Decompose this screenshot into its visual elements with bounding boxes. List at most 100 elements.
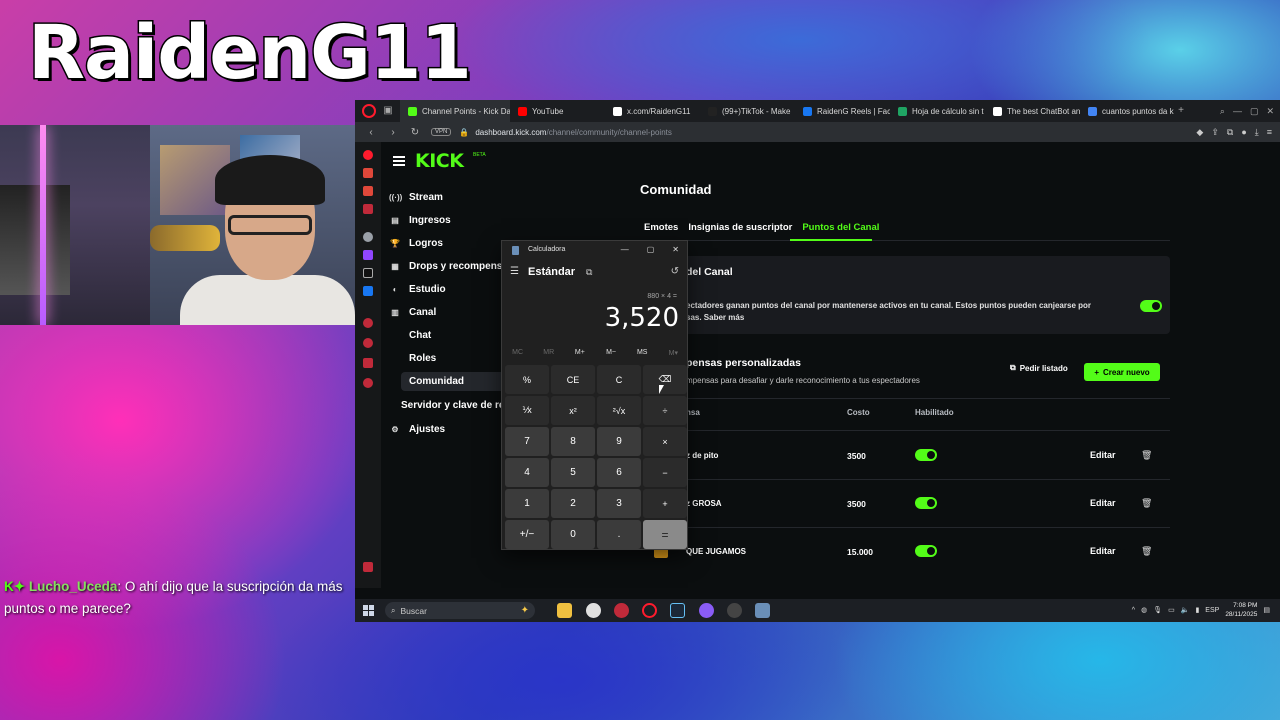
games-icon[interactable] [363, 186, 373, 196]
windows-start-icon[interactable] [363, 605, 374, 616]
browser-tab[interactable]: (99+)TikTok - Make [700, 100, 795, 122]
lock-icon[interactable]: 🔒 [459, 128, 469, 137]
opera-logo-icon[interactable] [362, 104, 376, 118]
calc-key[interactable]: 8 [551, 427, 595, 456]
memory-key[interactable]: MS [627, 349, 657, 357]
edit-button[interactable]: Editar [1090, 546, 1116, 556]
calc-menu-icon[interactable]: ☰ [510, 266, 519, 277]
trash-icon[interactable]: 🗑 [1141, 450, 1152, 461]
reward-enabled-toggle[interactable] [915, 545, 937, 557]
new-tab-icon[interactable]: + [1175, 105, 1187, 117]
opera-gx-icon[interactable] [642, 603, 657, 618]
calculator-taskbar-icon[interactable] [755, 603, 770, 618]
calc-key[interactable]: CE [551, 365, 595, 394]
history-icon[interactable]: ↺ [671, 266, 679, 277]
calc-maximize-icon[interactable]: ▢ [647, 245, 655, 254]
browser-tab[interactable]: YouTube [510, 100, 605, 122]
file-explorer-icon[interactable] [557, 603, 572, 618]
download-icon[interactable]: ⤓ [1255, 127, 1259, 138]
request-list-button[interactable]: ⧉ Pedir listado [1010, 363, 1068, 373]
tab-search-icon[interactable]: ⌕ [1220, 106, 1225, 117]
back-icon[interactable]: ‹ [365, 127, 377, 138]
edit-button[interactable]: Editar [1090, 450, 1116, 460]
calc-key[interactable]: ⅟x [505, 396, 549, 425]
reward-enabled-toggle[interactable] [915, 449, 937, 461]
calc-key[interactable]: 0 [551, 520, 595, 549]
calc-key[interactable]: 1 [505, 489, 549, 518]
calc-key[interactable]: = [643, 520, 687, 549]
calc-key[interactable]: ²√x [597, 396, 641, 425]
language-indicator[interactable]: ESP [1205, 607, 1219, 614]
keep-on-top-icon[interactable]: ⧉ [586, 267, 592, 278]
shopping-icon[interactable] [363, 168, 373, 178]
calc-key[interactable]: × [643, 427, 687, 456]
discord-icon[interactable] [699, 603, 714, 618]
memory-key[interactable]: M▾ [658, 349, 688, 357]
obs-icon[interactable] [586, 603, 601, 618]
calc-key[interactable]: 5 [551, 458, 595, 487]
browser-tab[interactable]: x.com/RaidenG11 [605, 100, 700, 122]
browser-tab[interactable]: cuantos puntos da k [1080, 100, 1175, 122]
url-field[interactable]: dashboard.kick.com/channel/community/cha… [475, 128, 672, 137]
vpn-badge[interactable]: VPN [431, 128, 452, 136]
calc-key[interactable]: x² [551, 396, 595, 425]
browser-tab[interactable]: RaidenG Reels | Face [795, 100, 890, 122]
profile-icon[interactable]: ● [1241, 127, 1246, 138]
sidebar-settings-icon[interactable] [363, 378, 373, 388]
puzzle-icon[interactable]: ⧉ [1227, 127, 1233, 138]
browser-tab[interactable]: Hoja de cálculo sin t [890, 100, 985, 122]
nav-stream[interactable]: ((·)) Stream [389, 192, 529, 203]
reward-enabled-toggle[interactable] [915, 497, 937, 509]
calc-key[interactable]: % [505, 365, 549, 394]
tab-puntos[interactable]: Puntos del Canal [802, 222, 879, 233]
pinboard-icon[interactable] [363, 358, 373, 368]
nav-ingresos[interactable]: ▤ Ingresos [389, 215, 529, 226]
calc-key[interactable]: 3 [597, 489, 641, 518]
calc-close-icon[interactable]: ✕ [672, 245, 679, 254]
memory-key[interactable]: MC [503, 349, 533, 357]
facebook-icon[interactable] [363, 286, 373, 296]
close-icon[interactable]: ✕ [1266, 106, 1274, 117]
tray-chevron-icon[interactable]: ^ [1132, 607, 1135, 614]
tab-emotes[interactable]: Emotes [644, 222, 678, 233]
memory-key[interactable]: MR [534, 349, 564, 357]
trash-icon[interactable]: 🗑 [1141, 498, 1152, 509]
hamburger-icon[interactable] [393, 156, 405, 166]
calc-key[interactable]: ⌫ [643, 365, 687, 394]
steam-icon[interactable] [670, 603, 685, 618]
kick-logo[interactable]: KICK [415, 150, 464, 172]
edit-button[interactable]: Editar [1090, 498, 1116, 508]
browser-tab[interactable]: Channel Points - Kick Da [400, 100, 510, 122]
calc-key[interactable]: 7 [505, 427, 549, 456]
calc-key[interactable]: 6 [597, 458, 641, 487]
reload-icon[interactable]: ↻ [409, 127, 421, 138]
taskbar-search[interactable]: ⌕ Buscar ✦ [385, 602, 535, 619]
taskbar-clock[interactable]: 7:08 PM 28/11/2025 [1225, 601, 1257, 619]
memory-key[interactable]: M+ [565, 349, 595, 357]
calc-key[interactable]: + [643, 489, 687, 518]
calc-key[interactable]: 4 [505, 458, 549, 487]
menu-icon[interactable]: ≡ [1267, 127, 1272, 138]
calc-key[interactable]: C [597, 365, 641, 394]
trash-icon[interactable]: 🗑 [1141, 546, 1152, 557]
minimize-icon[interactable]: — [1233, 106, 1242, 116]
history-icon[interactable] [363, 338, 373, 348]
notifications-icon[interactable]: ▤ [1263, 606, 1270, 614]
memory-key[interactable]: M− [596, 349, 626, 357]
tray-app-icon[interactable]: ◍ [1141, 606, 1147, 614]
calc-minimize-icon[interactable]: — [621, 245, 629, 254]
volume-icon[interactable]: 🔈 [1181, 606, 1190, 614]
x-icon[interactable] [363, 268, 373, 278]
chrome-icon[interactable] [614, 603, 629, 618]
aria-icon[interactable] [363, 150, 373, 160]
tab-insignias[interactable]: Insignias de suscriptor [688, 222, 792, 233]
calc-key[interactable]: . [597, 520, 641, 549]
extension-icon[interactable]: ◆ [1196, 127, 1203, 138]
workspace-icon[interactable]: ▣ [382, 105, 394, 117]
microphone-icon[interactable]: 🎙 [1153, 606, 1162, 614]
forward-icon[interactable]: › [387, 127, 399, 138]
settings-strip-icon[interactable] [363, 232, 373, 242]
browser-tab[interactable]: The best ChatBot an [985, 100, 1080, 122]
twitch-icon[interactable] [363, 250, 373, 260]
maps-icon[interactable] [363, 204, 373, 214]
